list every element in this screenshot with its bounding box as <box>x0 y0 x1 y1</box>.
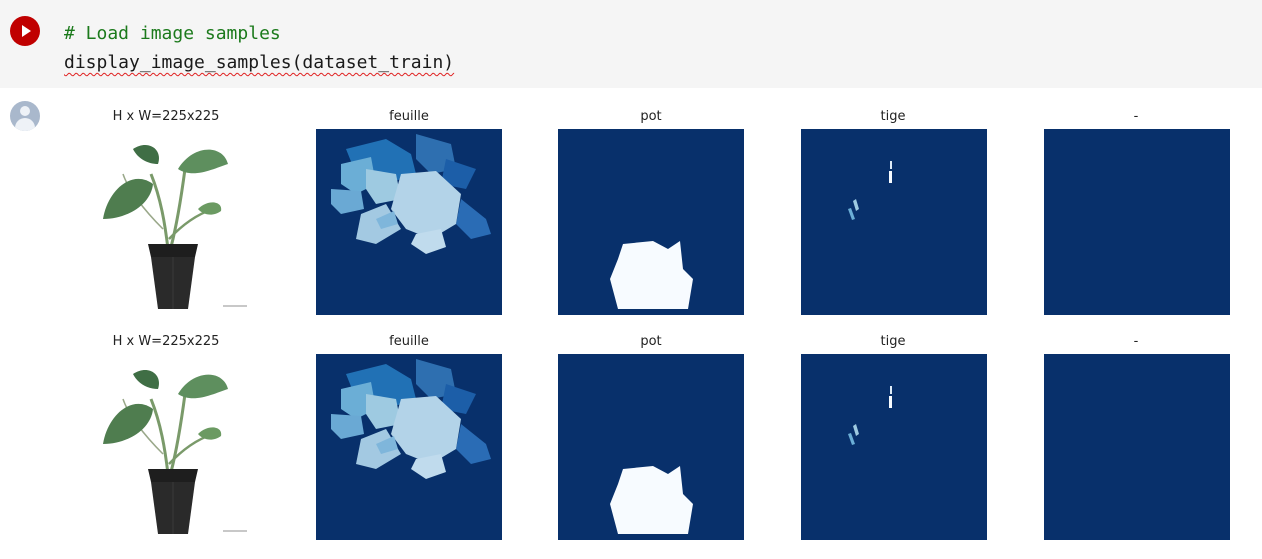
code-line-call: display_image_samples(dataset_train) <box>64 52 455 73</box>
mask-stem <box>801 354 987 540</box>
panel-title-tige: tige <box>880 334 906 349</box>
panel-title-feuille: feuille <box>389 109 429 124</box>
mask-pot <box>558 129 744 315</box>
panel-title-empty: - <box>1133 334 1139 349</box>
panel-title-photo: H x W=225x225 <box>112 109 220 124</box>
run-cell-button[interactable] <box>10 16 40 46</box>
plant-photo <box>73 129 259 315</box>
play-icon <box>22 25 31 37</box>
mask-pot <box>558 354 744 540</box>
panel-title-feuille: feuille <box>389 334 429 349</box>
code-cell-input[interactable]: # Load image samples display_image_sampl… <box>0 0 1262 88</box>
panel-title-photo: H x W=225x225 <box>112 334 220 349</box>
plant-photo <box>73 354 259 540</box>
panel-title-tige: tige <box>880 109 906 124</box>
output-avatar-icon <box>10 101 40 131</box>
mask-stem <box>801 129 987 315</box>
code-comment: # Load image samples <box>64 23 281 44</box>
panel-title-pot: pot <box>640 109 662 124</box>
code-editor[interactable]: # Load image samples display_image_sampl… <box>64 19 454 77</box>
mask-empty <box>1044 129 1230 315</box>
mask-feuille <box>316 129 502 315</box>
panel-title-empty: - <box>1133 109 1139 124</box>
mask-empty <box>1044 354 1230 540</box>
mask-feuille <box>316 354 502 540</box>
panel-title-pot: pot <box>640 334 662 349</box>
